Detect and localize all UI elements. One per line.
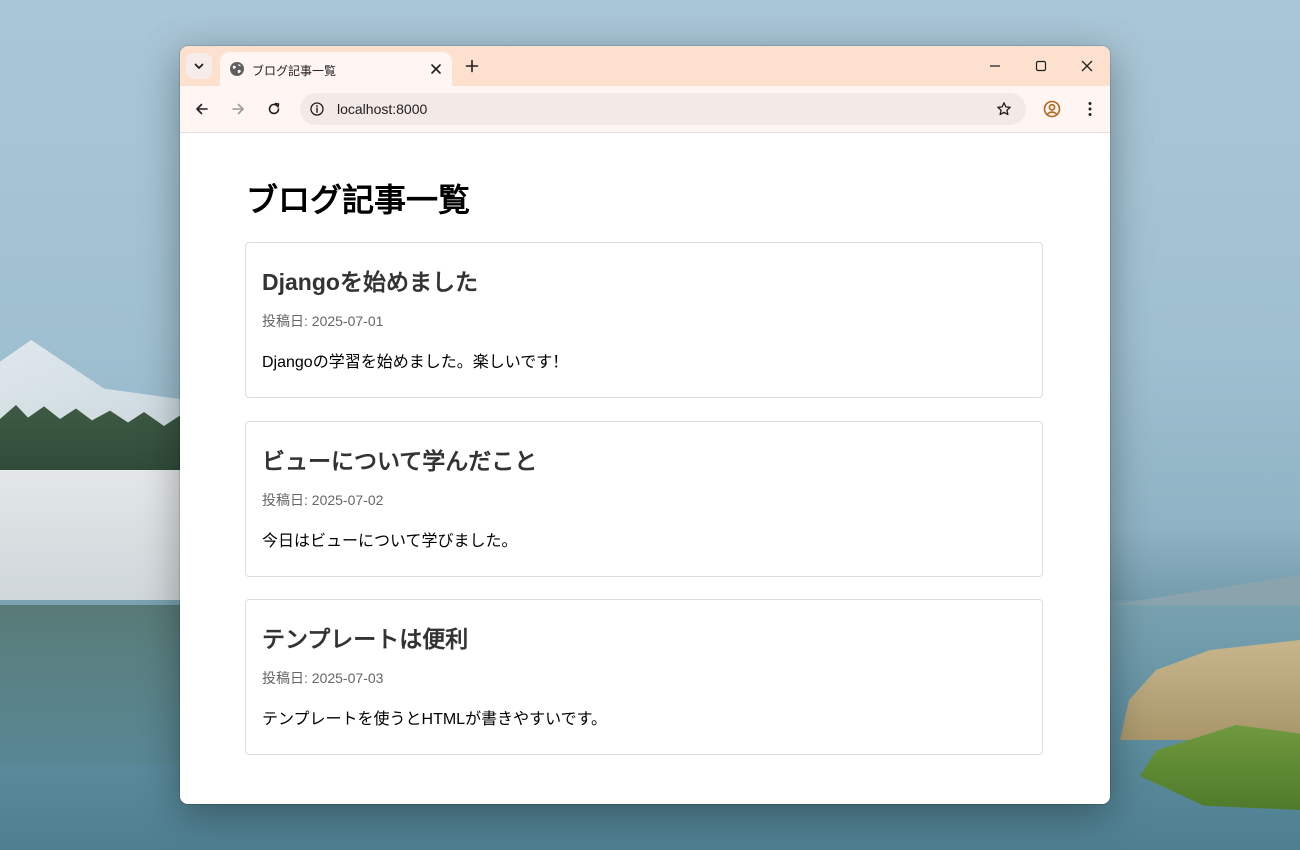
arrow-left-icon[interactable]: [194, 101, 210, 117]
close-icon[interactable]: [429, 62, 443, 76]
post-title: Djangoを始めました: [262, 269, 478, 295]
tab-strip: ブログ記事一覧: [180, 46, 1110, 86]
maximize-icon[interactable]: [1034, 59, 1048, 73]
post-body: 今日はビューについて学びました。: [262, 533, 518, 550]
reload-icon[interactable]: [266, 101, 282, 117]
post-title: ビューについて学んだこと: [262, 448, 538, 474]
browser-window: ブログ記事一覧 localhost:8000 ブログ記事一覧 Djangoを始め…: [180, 46, 1110, 804]
minimize-icon[interactable]: [988, 59, 1002, 73]
page-title: ブログ記事一覧: [246, 182, 471, 218]
plus-icon[interactable]: [464, 58, 480, 74]
address-bar-url: localhost:8000: [337, 101, 428, 117]
arrow-right-icon[interactable]: [230, 101, 246, 117]
post-date: 投稿日: 2025-07-03: [262, 670, 384, 686]
star-icon[interactable]: [996, 101, 1012, 117]
tab-active[interactable]: ブログ記事一覧: [220, 52, 452, 86]
tab-title: ブログ記事一覧: [252, 64, 337, 78]
post-body: Djangoの学習を始めました。楽しいです！: [262, 354, 569, 371]
post-date: 投稿日: 2025-07-01: [262, 313, 384, 329]
kebab-menu-icon[interactable]: [1081, 100, 1099, 118]
post-body: テンプレートを使うとHTMLが書きやすいです。: [262, 711, 607, 728]
profile-icon[interactable]: [1043, 100, 1061, 118]
post-card: テンプレートは便利 投稿日: 2025-07-03 テンプレートを使うとHTML…: [245, 599, 1043, 755]
globe-icon: [230, 62, 244, 76]
post-title: テンプレートは便利: [262, 626, 469, 652]
wallpaper-reflection: [0, 605, 200, 765]
page-content: ブログ記事一覧 Djangoを始めました 投稿日: 2025-07-01 Dja…: [180, 133, 1110, 804]
post-date: 投稿日: 2025-07-02: [262, 492, 384, 508]
tab-search-button[interactable]: [186, 53, 212, 79]
address-bar[interactable]: localhost:8000: [300, 93, 1026, 125]
chevron-down-icon: [194, 63, 204, 69]
post-card: ビューについて学んだこと 投稿日: 2025-07-02 今日はビューについて学…: [245, 421, 1043, 577]
close-window-icon[interactable]: [1080, 59, 1094, 73]
wallpaper-snow: [0, 470, 200, 605]
info-icon[interactable]: [310, 102, 324, 116]
post-card: Djangoを始めました 投稿日: 2025-07-01 Djangoの学習を始…: [245, 242, 1043, 398]
browser-toolbar: localhost:8000: [180, 86, 1110, 133]
wallpaper-hill: [1110, 575, 1300, 605]
